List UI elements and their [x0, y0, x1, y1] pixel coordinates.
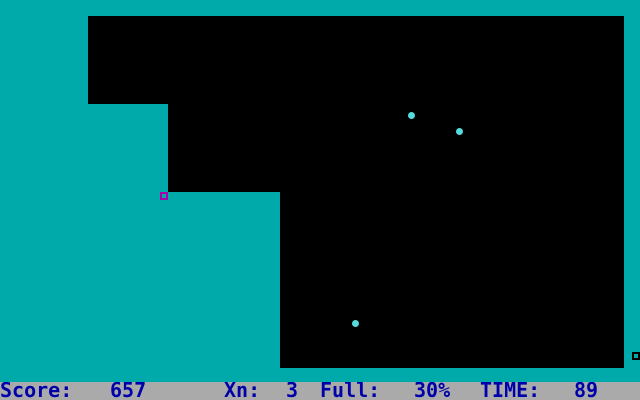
ball-1	[408, 112, 415, 119]
ball-2	[456, 128, 463, 135]
xn-value: 3	[286, 382, 299, 400]
score-label: Score:	[0, 382, 73, 400]
full-value: 30%	[414, 382, 451, 400]
ball-3	[352, 320, 359, 327]
border-enemy-marker	[632, 352, 640, 360]
score-value: 657	[110, 382, 147, 400]
game-screen: Score: 657 Xn: 3 Full: 30% TIME: 89	[0, 0, 640, 400]
unfilled-region-lower	[280, 192, 624, 368]
time-value: 89	[574, 382, 599, 400]
full-label: Full:	[320, 382, 381, 400]
time-label: TIME:	[480, 382, 541, 400]
status-bar: Score: 657 Xn: 3 Full: 30% TIME: 89	[0, 382, 640, 400]
unfilled-region-top	[88, 16, 624, 104]
unfilled-region-middle	[168, 104, 624, 192]
xn-label: Xn:	[224, 382, 261, 400]
player-cursor[interactable]	[160, 192, 168, 200]
